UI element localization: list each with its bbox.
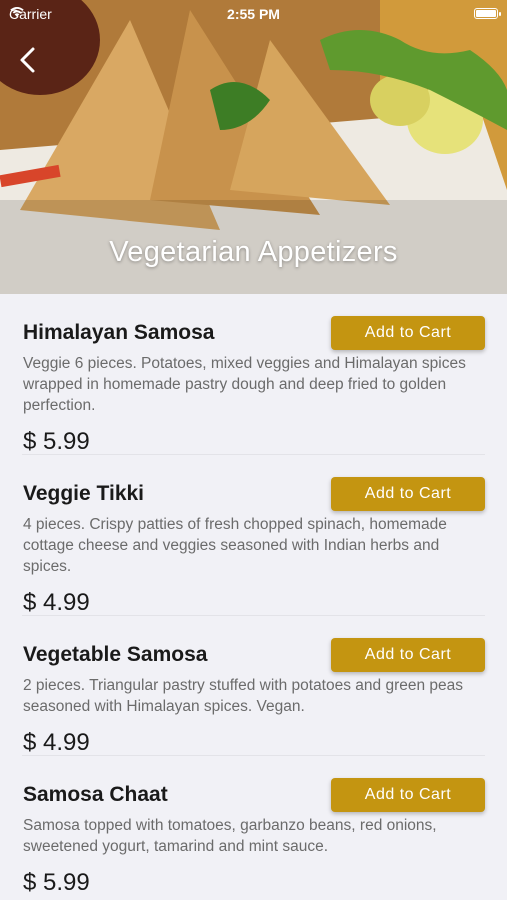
- menu-item: Himalayan Samosa Add to Cart Veggie 6 pi…: [22, 294, 485, 455]
- menu-item: Samosa Chaat Add to Cart Samosa topped w…: [22, 756, 485, 896]
- status-bar: Carrier 2:55 PM: [0, 0, 507, 28]
- item-price: $ 5.99: [23, 428, 90, 455]
- item-name: Samosa Chaat: [23, 783, 168, 806]
- status-time: 2:55 PM: [227, 6, 280, 22]
- item-description: 4 pieces. Crispy patties of fresh choppe…: [23, 516, 447, 575]
- item-price: $ 4.99: [23, 729, 90, 756]
- back-button[interactable]: [14, 44, 44, 76]
- menu-list: Himalayan Samosa Add to Cart Veggie 6 pi…: [0, 294, 507, 896]
- item-name: Himalayan Samosa: [23, 321, 215, 344]
- menu-item: Vegetable Samosa Add to Cart 2 pieces. T…: [22, 616, 485, 756]
- item-description: 2 pieces. Triangular pastry stuffed with…: [23, 677, 464, 715]
- battery-icon: [474, 8, 501, 19]
- chevron-left-icon: [20, 47, 35, 73]
- hero-image: Carrier 2:55 PM Vegetarian Appetizers: [0, 0, 507, 294]
- item-price: $ 4.99: [23, 589, 90, 616]
- item-name: Vegetable Samosa: [23, 643, 208, 666]
- item-name: Veggie Tikki: [23, 482, 145, 505]
- menu-item: Veggie Tikki Add to Cart 4 pieces. Crisp…: [22, 455, 485, 616]
- item-description: Veggie 6 pieces. Potatoes, mixed veggies…: [23, 355, 466, 414]
- add-to-cart-button[interactable]: Add to Cart: [331, 477, 485, 511]
- add-to-cart-button[interactable]: Add to Cart: [331, 638, 485, 672]
- item-price: $ 5.99: [23, 869, 90, 896]
- add-to-cart-button[interactable]: Add to Cart: [331, 316, 485, 350]
- item-description: Samosa topped with tomatoes, garbanzo be…: [23, 817, 437, 855]
- page-title: Vegetarian Appetizers: [109, 236, 398, 268]
- add-to-cart-button[interactable]: Add to Cart: [331, 778, 485, 812]
